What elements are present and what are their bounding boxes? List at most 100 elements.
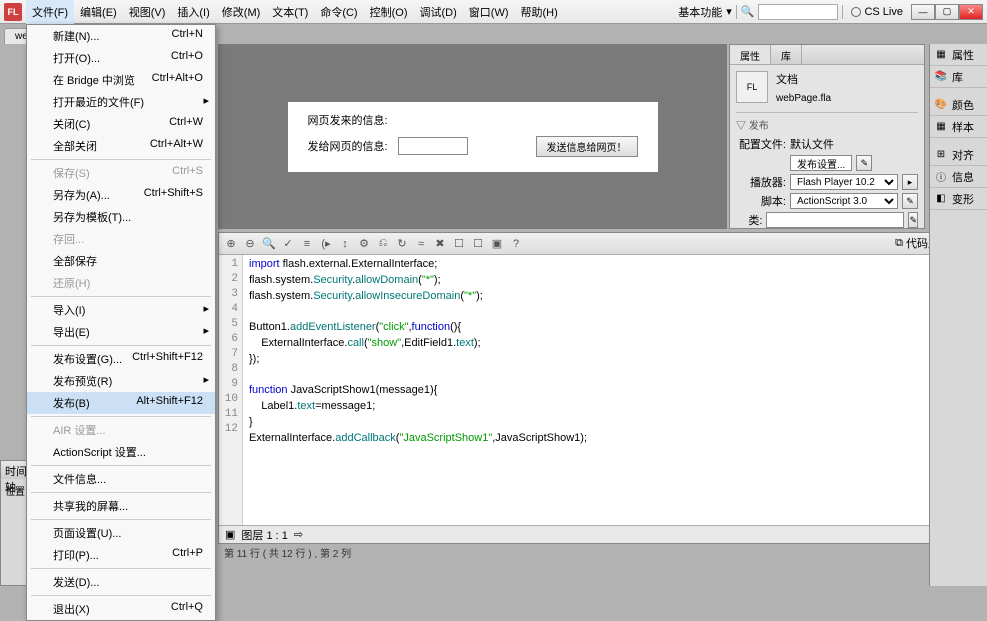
menu-item[interactable]: ActionScript 设置...: [27, 441, 215, 463]
toolbar-icon[interactable]: 🔍: [261, 236, 277, 252]
player-settings-button[interactable]: ▸: [902, 174, 918, 190]
tab-library[interactable]: 库: [771, 45, 802, 64]
dock-item[interactable]: ▦样本: [930, 116, 987, 138]
menu-item[interactable]: 关闭(C)Ctrl+W: [27, 113, 215, 135]
toolbar-icon[interactable]: ✓: [280, 236, 296, 252]
toolbar-icon[interactable]: ↻: [394, 236, 410, 252]
menu-item[interactable]: 退出(X)Ctrl+Q: [27, 598, 215, 620]
cs-live-icon: [851, 7, 861, 17]
menu-item[interactable]: AIR 设置...: [27, 419, 215, 441]
script-label: 脚本:: [736, 193, 786, 209]
toolbar-icon[interactable]: ▣: [489, 236, 505, 252]
menu-item[interactable]: 发布(B)Alt+Shift+F12: [27, 392, 215, 414]
section-publish-title[interactable]: ▽ 发布: [736, 117, 918, 132]
publish-settings-button[interactable]: 发布设置...: [790, 155, 852, 171]
menu-file[interactable]: 文件(F): [26, 0, 74, 24]
menu-item[interactable]: 导入(I): [27, 299, 215, 321]
dock-item[interactable]: 📚库: [930, 66, 987, 88]
toolbar-icon[interactable]: ≡: [299, 236, 315, 252]
search-icon: 🔍: [741, 5, 755, 18]
menu-item[interactable]: 另存为模板(T)...: [27, 206, 215, 228]
config-value: 默认文件: [790, 136, 834, 152]
menu-view[interactable]: 视图(V): [123, 0, 172, 24]
toolbar-icon[interactable]: ↕: [337, 236, 353, 252]
toolbar-icon[interactable]: ⊕: [223, 236, 239, 252]
dock-item[interactable]: ⊞对齐: [930, 144, 987, 166]
stage-label-2: 发给网页的信息:: [308, 138, 388, 154]
dock-item[interactable]: ◧变形: [930, 188, 987, 210]
cs-live-label: CS Live: [864, 6, 903, 18]
menu-item[interactable]: 保存(S)Ctrl+S: [27, 162, 215, 184]
maximize-button[interactable]: ▢: [935, 4, 959, 20]
menu-item[interactable]: 还原(H): [27, 272, 215, 294]
menu-debug[interactable]: 调试(D): [414, 0, 463, 24]
dock-item[interactable]: ▦属性: [930, 44, 987, 66]
dock-icon: ▦: [934, 48, 948, 62]
minimize-button[interactable]: —: [911, 4, 935, 20]
menu-item[interactable]: 打印(P)...Ctrl+P: [27, 544, 215, 566]
stage-area: 网页发来的信息: 发给网页的信息: 发送信息给网页！: [218, 44, 727, 229]
menu-item[interactable]: 导出(E): [27, 321, 215, 343]
menu-item[interactable]: 发送(D)...: [27, 571, 215, 593]
menu-item[interactable]: 发布预览(R): [27, 370, 215, 392]
toolbar-icon[interactable]: ?: [508, 236, 524, 252]
toolbar-icon[interactable]: ≈: [413, 236, 429, 252]
search-input[interactable]: [758, 4, 838, 20]
menu-item[interactable]: 文件信息...: [27, 468, 215, 490]
menu-item[interactable]: 打开(O)...Ctrl+O: [27, 47, 215, 69]
dock-item[interactable]: ⓘ信息: [930, 166, 987, 188]
code-panel: ⊕⊖🔍✓≡(▸↕⚙⎌↻≈✖☐☐▣? ⧉ 代码片断 123456789101112…: [218, 232, 979, 544]
file-menu-dropdown: 新建(N)...Ctrl+N打开(O)...Ctrl+O在 Bridge 中浏览…: [26, 24, 216, 621]
menu-item[interactable]: 打开最近的文件(F): [27, 91, 215, 113]
menu-window[interactable]: 窗口(W): [463, 0, 515, 24]
document-type-label: 文档: [776, 71, 831, 87]
menu-item[interactable]: 发布设置(G)...Ctrl+Shift+F12: [27, 348, 215, 370]
dock-icon: ▦: [934, 120, 948, 134]
menu-command[interactable]: 命令(C): [314, 0, 363, 24]
script-select[interactable]: ActionScript 3.0: [790, 193, 898, 209]
toolbar-icon[interactable]: ☐: [470, 236, 486, 252]
toolbar-icon[interactable]: ⎌: [375, 236, 391, 252]
menu-insert[interactable]: 插入(I): [171, 0, 215, 24]
player-select[interactable]: Flash Player 10.2: [790, 174, 898, 190]
document-filename: webPage.fla: [776, 93, 831, 104]
toolbar-icon[interactable]: ⊖: [242, 236, 258, 252]
properties-panel: 属性 库 FL 文档 webPage.fla ▽ 发布 配置文件: 默认文件 发…: [729, 44, 925, 229]
menu-edit[interactable]: 编辑(E): [74, 0, 123, 24]
cs-live-button[interactable]: CS Live: [847, 6, 907, 18]
player-label: 播放器:: [736, 174, 786, 190]
menu-item[interactable]: 在 Bridge 中浏览Ctrl+Alt+O: [27, 69, 215, 91]
workspace-label[interactable]: 基本功能: [678, 4, 722, 20]
menu-control[interactable]: 控制(O): [364, 0, 414, 24]
menu-item[interactable]: 新建(N)...Ctrl+N: [27, 25, 215, 47]
menu-item[interactable]: 全部保存: [27, 250, 215, 272]
stage-text-input[interactable]: [398, 137, 468, 155]
layer-label: 图层 1 : 1: [241, 527, 287, 543]
toolbar-icon[interactable]: (▸: [318, 236, 334, 252]
code-editor[interactable]: import flash.external.ExternalInterface;…: [243, 255, 978, 525]
publish-settings-icon-button[interactable]: ✎: [856, 155, 872, 171]
toolbar-icon[interactable]: ☐: [451, 236, 467, 252]
class-input[interactable]: [766, 212, 904, 228]
menu-item[interactable]: 共享我的屏幕...: [27, 495, 215, 517]
close-button[interactable]: ✕: [959, 4, 983, 20]
document-type-icon: FL: [736, 71, 768, 103]
toolbar-icon[interactable]: ⚙: [356, 236, 372, 252]
workspace-dropdown-icon[interactable]: ▾: [726, 5, 732, 18]
menu-item[interactable]: 存回...: [27, 228, 215, 250]
class-edit-button[interactable]: ✎: [908, 212, 918, 228]
line-gutter: 123456789101112: [219, 255, 243, 525]
arrow-icon: ⇨: [294, 528, 303, 541]
menu-item[interactable]: 页面设置(U)...: [27, 522, 215, 544]
tab-properties[interactable]: 属性: [730, 45, 771, 64]
dock-icon: ⊞: [934, 148, 948, 162]
menu-text[interactable]: 文本(T): [266, 0, 314, 24]
menu-modify[interactable]: 修改(M): [216, 0, 267, 24]
menu-help[interactable]: 帮助(H): [515, 0, 564, 24]
script-settings-button[interactable]: ✎: [902, 193, 918, 209]
toolbar-icon[interactable]: ✖: [432, 236, 448, 252]
menu-item[interactable]: 全部关闭Ctrl+Alt+W: [27, 135, 215, 157]
stage-send-button[interactable]: 发送信息给网页！: [536, 136, 638, 157]
menu-item[interactable]: 另存为(A)...Ctrl+Shift+S: [27, 184, 215, 206]
dock-item[interactable]: 🎨颜色: [930, 94, 987, 116]
